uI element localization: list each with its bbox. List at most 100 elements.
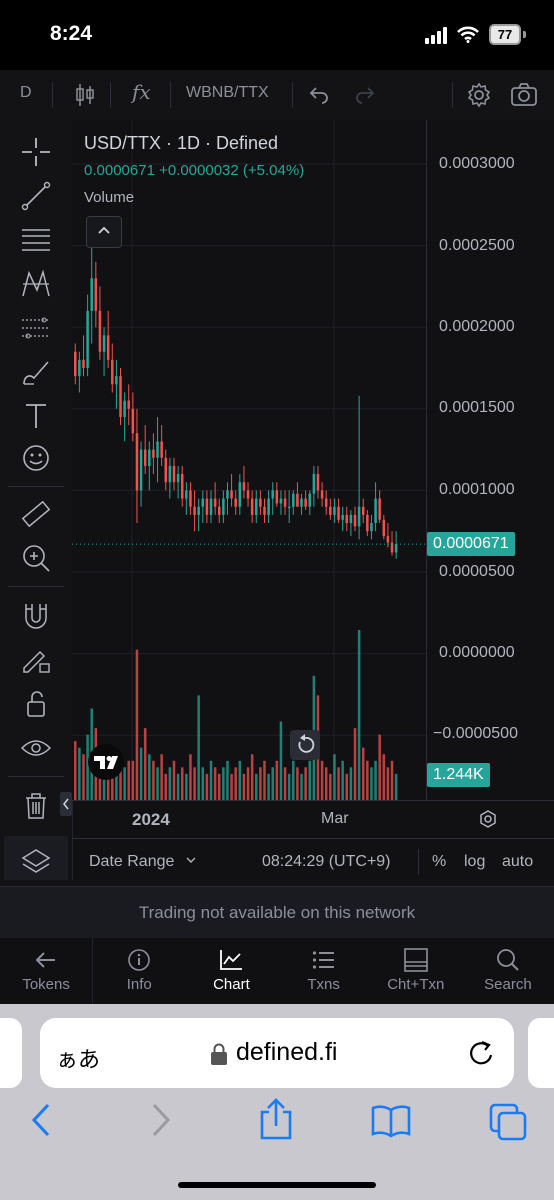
volume-bar bbox=[164, 773, 168, 800]
symbol-button[interactable]: WBNB/TTX bbox=[186, 84, 269, 102]
volume-bar bbox=[329, 773, 332, 800]
back-icon[interactable] bbox=[28, 1102, 54, 1138]
nav-search[interactable]: Search bbox=[462, 938, 554, 1004]
chevron-left-icon bbox=[63, 798, 69, 810]
candle-body bbox=[135, 433, 139, 491]
reload-icon[interactable] bbox=[466, 1038, 496, 1068]
settings-gear-icon[interactable] bbox=[466, 82, 492, 108]
nav-label: Txns bbox=[307, 976, 340, 993]
prediction-icon[interactable] bbox=[20, 312, 52, 344]
auto-toggle[interactable]: auto bbox=[502, 853, 533, 871]
price-chart[interactable] bbox=[72, 120, 426, 800]
crosshair-icon[interactable] bbox=[20, 136, 52, 168]
share-icon[interactable] bbox=[258, 1098, 294, 1140]
emoji-icon[interactable] bbox=[20, 442, 52, 474]
price-tick: 0.0002000 bbox=[439, 318, 515, 335]
pattern-icon[interactable] bbox=[20, 268, 52, 300]
candle-body bbox=[337, 506, 340, 520]
log-toggle[interactable]: log bbox=[464, 853, 485, 871]
nav-info[interactable]: Info bbox=[93, 938, 185, 1004]
percent-toggle[interactable]: % bbox=[432, 853, 446, 871]
previous-tab[interactable] bbox=[0, 1018, 22, 1088]
volume-bar bbox=[374, 760, 377, 800]
eye-icon[interactable] bbox=[20, 732, 52, 764]
candle-body bbox=[226, 490, 229, 499]
battery-icon: 77 bbox=[489, 24, 526, 45]
next-tab[interactable] bbox=[528, 1018, 554, 1088]
page-settings-button[interactable]: ぁあ bbox=[56, 1042, 100, 1074]
volume-bar bbox=[201, 767, 205, 800]
battery-level: 77 bbox=[489, 24, 521, 45]
range-bar: Date Range 08:24:29 (UTC+9) % log auto bbox=[72, 838, 554, 885]
indicators-button[interactable]: fx bbox=[132, 80, 151, 104]
candle-body bbox=[131, 408, 135, 434]
candle-body bbox=[279, 498, 283, 504]
candle-body bbox=[300, 498, 303, 507]
candle-body bbox=[374, 498, 377, 524]
zoom-in-icon[interactable] bbox=[20, 542, 52, 574]
volume-bar bbox=[168, 767, 172, 800]
ruler-icon[interactable] bbox=[20, 498, 52, 530]
fib-lines-icon[interactable] bbox=[20, 224, 52, 256]
unlock-icon[interactable] bbox=[20, 688, 52, 720]
candle-body bbox=[74, 351, 77, 377]
date-range-button[interactable]: Date Range bbox=[89, 853, 174, 871]
search-icon bbox=[497, 949, 519, 971]
time-axis[interactable]: 2024 Mar bbox=[72, 800, 554, 839]
candle-body bbox=[119, 376, 122, 417]
chart-pane[interactable] bbox=[72, 120, 426, 800]
camera-icon[interactable] bbox=[510, 82, 538, 108]
address-bar[interactable]: ぁあ defined.fi bbox=[40, 1018, 514, 1088]
volume-bar bbox=[287, 773, 291, 800]
nav-chart-txn[interactable]: Cht+Txn bbox=[370, 938, 462, 1004]
nav-tokens[interactable]: Tokens bbox=[0, 938, 94, 1004]
brush-icon[interactable] bbox=[20, 356, 52, 388]
toolbar-toggle-button[interactable] bbox=[60, 792, 72, 816]
candle-body bbox=[250, 498, 254, 515]
status-bar: 8:24 77 bbox=[0, 0, 554, 70]
nav-chart[interactable]: Chart bbox=[185, 938, 277, 1004]
bookmarks-icon[interactable] bbox=[370, 1104, 412, 1138]
layers-icon[interactable] bbox=[20, 846, 52, 878]
candle-body bbox=[329, 506, 332, 515]
candles-icon[interactable] bbox=[74, 82, 96, 108]
interval-button[interactable]: D bbox=[20, 84, 32, 102]
clock-readout[interactable]: 08:24:29 (UTC+9) bbox=[262, 853, 391, 871]
candle-body bbox=[205, 498, 209, 515]
chevron-up-icon bbox=[98, 226, 110, 234]
collapse-legend-button[interactable] bbox=[86, 216, 122, 248]
candle-body bbox=[180, 474, 184, 499]
tabs-icon[interactable] bbox=[488, 1102, 528, 1142]
candle-body bbox=[201, 498, 205, 507]
candle-body bbox=[357, 506, 361, 527]
candle-body bbox=[361, 506, 365, 515]
status-icons: 77 bbox=[425, 24, 526, 45]
volume-bar bbox=[131, 760, 135, 800]
legend-volume: Volume bbox=[84, 189, 135, 206]
trash-icon[interactable] bbox=[20, 790, 52, 822]
volume-bar bbox=[209, 760, 213, 800]
price-axis[interactable]: 0.0003000 0.0002500 0.0002000 0.0001500 … bbox=[426, 120, 554, 800]
nav-txns[interactable]: Txns bbox=[278, 938, 370, 1004]
candle-body bbox=[172, 465, 176, 483]
volume-bar bbox=[357, 630, 361, 800]
magnet-icon[interactable] bbox=[20, 600, 52, 632]
lock-drawing-icon[interactable] bbox=[20, 644, 52, 676]
axis-settings-icon[interactable] bbox=[478, 809, 498, 829]
browser-chrome: ぁあ defined.fi bbox=[0, 1004, 554, 1200]
volume-bar bbox=[263, 760, 266, 800]
forward-icon[interactable] bbox=[148, 1102, 174, 1138]
text-icon[interactable] bbox=[20, 400, 52, 432]
volume-bar bbox=[78, 747, 81, 800]
volume-bar bbox=[127, 760, 130, 800]
candle-body bbox=[259, 498, 262, 507]
reset-chart-button[interactable] bbox=[290, 730, 320, 760]
volume-bar bbox=[143, 728, 147, 800]
nav-label: Info bbox=[126, 976, 152, 993]
volume-bar bbox=[320, 760, 324, 800]
trend-line-icon[interactable] bbox=[20, 180, 52, 212]
candle-body bbox=[242, 482, 246, 491]
redo-icon[interactable] bbox=[354, 84, 376, 104]
undo-icon[interactable] bbox=[308, 84, 330, 104]
home-indicator bbox=[178, 1182, 376, 1188]
